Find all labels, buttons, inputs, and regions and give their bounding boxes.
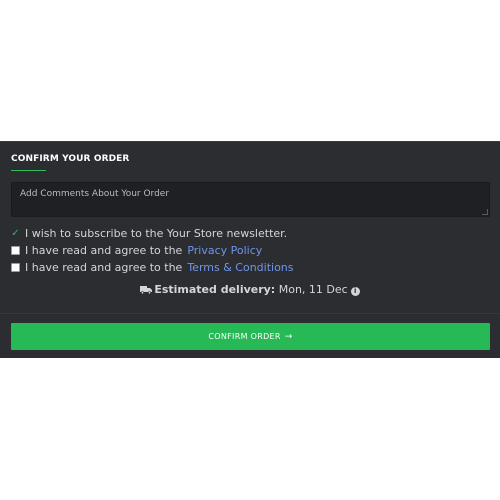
title-underline (11, 170, 46, 171)
truck-icon (140, 286, 153, 294)
confirm-order-label: CONFIRM ORDER (208, 332, 281, 341)
terms-label: I have read and agree to the (25, 260, 183, 274)
privacy-checkbox[interactable] (11, 245, 20, 255)
confirm-order-panel: CONFIRM YOUR ORDER ✓ I wish to subscribe… (0, 141, 500, 358)
privacy-option[interactable]: I have read and agree to the Privacy Pol… (11, 243, 262, 257)
info-icon[interactable]: i (350, 287, 360, 296)
textarea-resize-grip[interactable] (482, 209, 488, 215)
terms-checkbox[interactable] (11, 262, 20, 272)
newsletter-option[interactable]: ✓ I wish to subscribe to the Your Store … (11, 226, 287, 240)
privacy-policy-link[interactable]: Privacy Policy (187, 244, 262, 257)
newsletter-label: I wish to subscribe to the Your Store ne… (25, 226, 288, 240)
order-comments-input[interactable] (11, 182, 490, 217)
divider (0, 313, 500, 314)
confirm-order-button[interactable]: CONFIRM ORDER → (11, 323, 490, 350)
section-title: CONFIRM YOUR ORDER (11, 154, 130, 164)
delivery-date: Mon, 11 Dec (278, 283, 348, 296)
arrow-right-icon: → (284, 331, 293, 342)
terms-option[interactable]: I have read and agree to the Terms & Con… (11, 260, 294, 274)
newsletter-checkbox[interactable]: ✓ (11, 228, 20, 238)
privacy-label: I have read and agree to the (25, 243, 183, 257)
terms-conditions-link[interactable]: Terms & Conditions (187, 261, 293, 274)
delivery-label: Estimated delivery: (154, 283, 276, 296)
estimated-delivery: Estimated delivery: Mon, 11 Dec i (0, 283, 500, 296)
